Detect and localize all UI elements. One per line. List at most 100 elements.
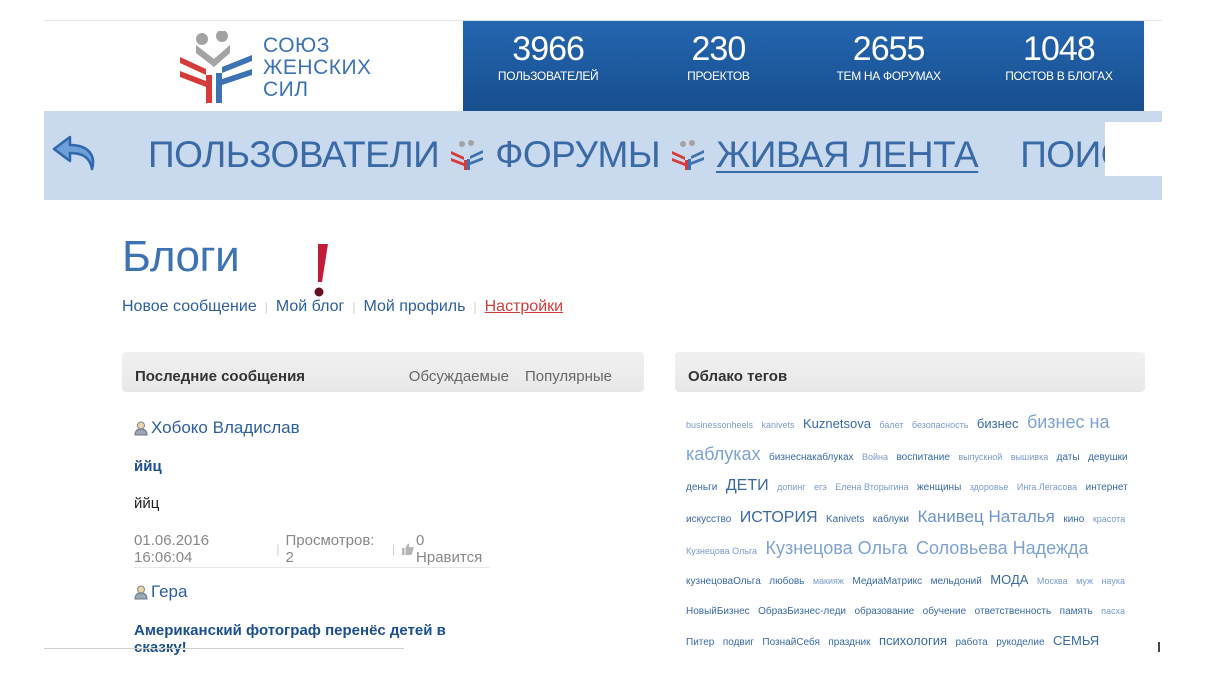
post-meta: 01.06.2016 16:06:04 | Просмотров: 2 | 0 …	[134, 532, 494, 566]
tag-link[interactable]: мельдоний	[931, 576, 982, 587]
post-author-name: Гера	[151, 582, 188, 601]
tag-link[interactable]: ПознайСебя	[762, 637, 820, 648]
tag-link[interactable]: Елена Вторыгина	[835, 482, 908, 492]
nav-search-box[interactable]	[1105, 122, 1162, 176]
emblem-separator-icon	[672, 140, 705, 170]
post-item: Хобоко Владислав ййц ййц 01.06.2016 16:0…	[134, 418, 494, 566]
bottom-divider	[44, 648, 404, 649]
tag-link[interactable]: бизнеснакаблуках	[769, 452, 854, 463]
tag-link[interactable]: наука	[1101, 576, 1125, 586]
nav-forums-link[interactable]: ФОРУМЫ	[495, 135, 660, 175]
tab-discussed[interactable]: Обсуждаемые	[409, 368, 509, 385]
tag-link[interactable]: Kuznetsova	[803, 416, 871, 431]
site-logo[interactable]: СОЮЗ ЖЕНСКИХ СИЛ	[176, 29, 406, 109]
tag-link[interactable]: Питер	[686, 637, 714, 648]
recent-posts-tab[interactable]: Последние сообщения	[135, 368, 305, 385]
tag-link[interactable]: красота	[1093, 514, 1125, 524]
settings-link[interactable]: Настройки	[485, 298, 563, 316]
back-arrow-icon[interactable]	[50, 133, 100, 175]
post-title[interactable]: ййц	[134, 458, 494, 475]
main-nav: ПОЛЬЗОВАТЕЛИ ФОРУМЫ ЖИВАЯ ЛЕНТА ПОИСК	[44, 111, 1162, 200]
tag-link[interactable]: СЕМЬЯ	[1053, 633, 1099, 648]
tag-link[interactable]: рукоделие	[996, 637, 1044, 648]
post-author[interactable]: Хобоко Владислав	[134, 418, 494, 438]
tag-link[interactable]: интернет	[1086, 482, 1128, 493]
tag-link[interactable]: Канивец Наталья	[917, 507, 1054, 526]
new-post-link[interactable]: Новое сообщение	[122, 298, 257, 316]
page-edge-mark	[1158, 642, 1160, 652]
stat-blog-posts: 1048 ПОСТОВ В БЛОГАХ	[974, 21, 1144, 111]
blog-subnav: Новое сообщение | Мой блог | Мой профиль…	[122, 298, 563, 316]
post-likes: 0 Нравится	[416, 532, 483, 566]
my-blog-link[interactable]: Мой блог	[276, 298, 344, 316]
tag-cloud: businessonheels kanivets Kuznetsova бале…	[686, 408, 1136, 650]
tag-link[interactable]: ответственность	[975, 606, 1052, 617]
tag-link[interactable]: образование	[854, 606, 914, 617]
tag-link[interactable]: подвиг	[723, 637, 754, 648]
tag-link[interactable]: девушки	[1088, 452, 1127, 463]
tag-link[interactable]: праздник	[828, 637, 870, 648]
tag-link[interactable]: память	[1060, 606, 1093, 617]
tag-link[interactable]: МедиаМатрикс	[852, 576, 922, 587]
tag-link[interactable]: макияж	[813, 576, 844, 586]
my-profile-link[interactable]: Мой профиль	[363, 298, 465, 316]
tag-link[interactable]: егэ	[814, 482, 827, 492]
tag-link[interactable]: businessonheels	[686, 420, 753, 430]
post-title[interactable]: Американский фотограф перенёс детей в ск…	[134, 622, 494, 656]
subnav-separator: |	[473, 300, 477, 314]
tag-link[interactable]: kanivets	[762, 420, 795, 430]
tag-link[interactable]: Инга Легасова	[1017, 482, 1077, 492]
tag-link[interactable]: даты	[1057, 452, 1080, 463]
tag-link[interactable]: Москва	[1037, 576, 1068, 586]
tag-link[interactable]: Война	[862, 452, 888, 462]
stat-value: 230	[691, 30, 747, 68]
tag-link[interactable]: Кузнецова Ольга	[686, 546, 757, 556]
tag-link[interactable]: кузнецоваОльга	[686, 576, 761, 587]
tab-popular[interactable]: Популярные	[525, 368, 612, 385]
tag-link[interactable]: выпускной	[958, 452, 1002, 462]
tag-link[interactable]: безопасность	[912, 420, 969, 430]
tag-link[interactable]: ДЕТИ	[726, 477, 769, 494]
site-stats-bar: 3966 ПОЛЬЗОВАТЕЛЕЙ 230 ПРОЕКТОВ 2655 ТЕМ…	[463, 21, 1144, 111]
tag-link[interactable]: женщины	[917, 482, 961, 493]
thumbs-up-icon[interactable]	[401, 543, 414, 555]
tag-link[interactable]: бизнес	[977, 416, 1019, 431]
stat-label: ПОЛЬЗОВАТЕЛЕЙ	[497, 69, 599, 83]
tag-link[interactable]: балет	[879, 420, 903, 430]
tag-link[interactable]: ИСТОРИЯ	[740, 509, 818, 526]
tag-link[interactable]: ОбразБизнес-леди	[758, 606, 846, 617]
post-item: Гера Американский фотограф перенёс детей…	[134, 582, 494, 656]
tag-link[interactable]: искусство	[686, 514, 731, 525]
post-divider	[134, 567, 490, 568]
tag-link[interactable]: работа	[956, 637, 988, 648]
tag-link[interactable]: допинг	[777, 482, 805, 492]
tag-link[interactable]: воспитание	[896, 452, 949, 463]
tag-link[interactable]: кино	[1063, 514, 1084, 525]
tag-link[interactable]: любовь	[769, 576, 804, 587]
page-title: Блоги	[122, 232, 240, 281]
tag-link[interactable]: пасха	[1101, 606, 1125, 616]
stat-value: 2655	[852, 30, 926, 68]
logo-line-1: СОЮЗ	[263, 34, 330, 57]
stat-value: 3966	[512, 30, 585, 68]
stat-users: 3966 ПОЛЬЗОВАТЕЛЕЙ	[463, 21, 633, 111]
tag-link[interactable]: здоровье	[970, 482, 1009, 492]
tag-link[interactable]: Кузнецова Ольга	[765, 538, 907, 558]
tag-link[interactable]: МОДА	[990, 572, 1028, 587]
tag-link[interactable]: вышивка	[1011, 452, 1048, 462]
tag-link[interactable]: Kanivets	[826, 514, 864, 525]
tag-link[interactable]: НовыйБизнес	[686, 606, 750, 617]
tag-link[interactable]: психология	[879, 633, 947, 648]
post-author[interactable]: Гера	[134, 582, 494, 602]
user-icon	[134, 585, 148, 599]
tag-link[interactable]: деньги	[686, 482, 717, 493]
tag-link[interactable]: каблуки	[873, 514, 909, 525]
post-views: Просмотров: 2	[285, 532, 375, 566]
tag-link[interactable]: муж	[1076, 576, 1093, 586]
nav-items: ПОЛЬЗОВАТЕЛИ ФОРУМЫ ЖИВАЯ ЛЕНТА ПОИСК	[148, 135, 1148, 175]
nav-users-link[interactable]: ПОЛЬЗОВАТЕЛИ	[148, 135, 440, 175]
tag-link[interactable]: Соловьева Надежда	[916, 538, 1089, 558]
tag-link[interactable]: обучение	[923, 606, 967, 617]
nav-live-feed-link[interactable]: ЖИВАЯ ЛЕНТА	[716, 135, 979, 175]
posts-tabs: Обсуждаемые Популярные	[409, 368, 612, 385]
